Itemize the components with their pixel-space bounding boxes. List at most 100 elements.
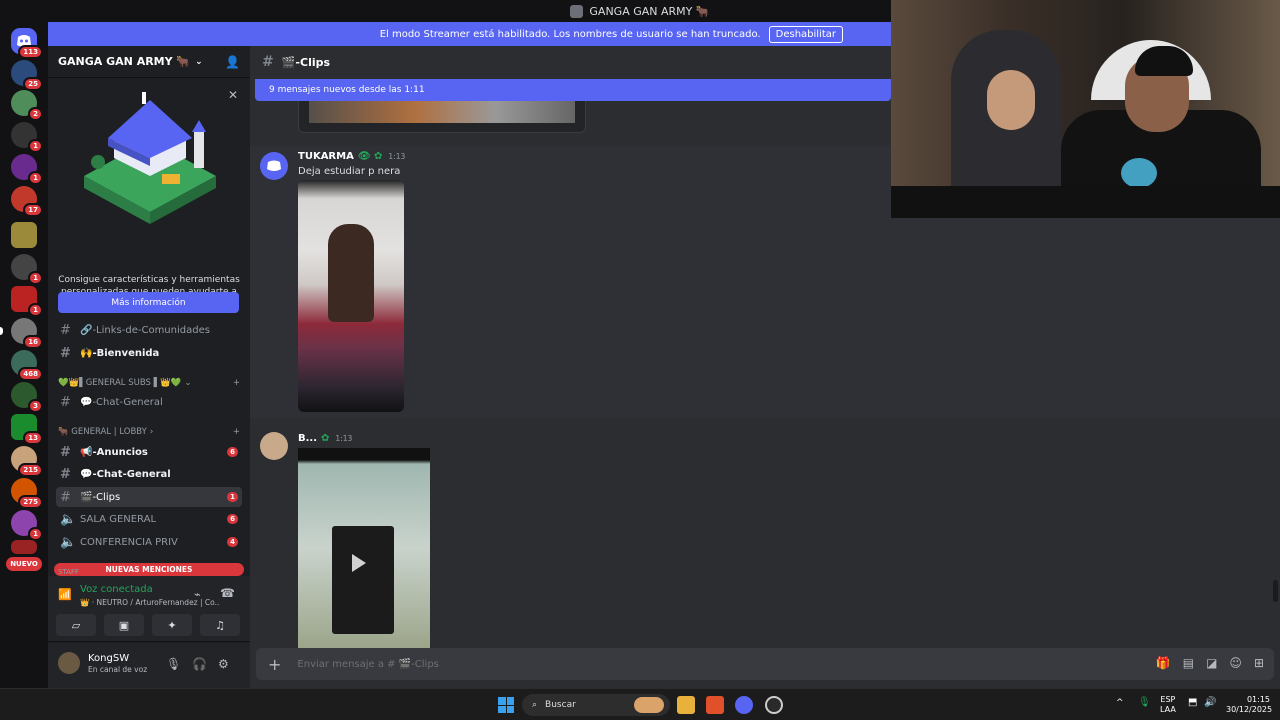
server-icon-item[interactable]: 3 bbox=[11, 382, 43, 413]
message-composer[interactable]: + Enviar mensaje a # 🎬-Clips 🎁 ▤ ◪ ☺ ⊞ bbox=[256, 648, 1274, 680]
speaker-icon: 🔈 bbox=[60, 534, 77, 550]
embed-thumbnail[interactable] bbox=[309, 101, 575, 123]
server-icon-item[interactable] bbox=[11, 540, 37, 554]
server-icon-item[interactable]: 275 bbox=[11, 478, 43, 509]
language-indicator[interactable]: ESP LAA bbox=[1160, 695, 1176, 715]
channel-bienvenida[interactable]: # 🙌-Bienvenida bbox=[56, 343, 242, 363]
server-icon-item[interactable]: 1 bbox=[11, 254, 43, 285]
add-channel-icon[interactable]: + bbox=[233, 427, 240, 437]
new-unreads-pill[interactable]: NUEVO bbox=[6, 557, 42, 571]
disconnect-icon[interactable]: ☎ bbox=[220, 586, 235, 600]
steam-icon[interactable] bbox=[765, 696, 783, 714]
soundboard-icon: ♫ bbox=[215, 618, 225, 632]
taskbar-search[interactable]: ⌕ Buscar bbox=[522, 694, 670, 716]
category-general-subs[interactable]: 💚👑▌GENERAL SUBS ▌👑💚 ⌄ + bbox=[58, 378, 240, 388]
composer-placeholder[interactable]: Enviar mensaje a # 🎬-Clips bbox=[297, 659, 438, 670]
apps-icon[interactable]: ⊞ bbox=[1254, 656, 1264, 670]
channel-label: CONFERENCIA PRIV bbox=[80, 536, 178, 548]
discord-taskbar-icon[interactable] bbox=[735, 696, 753, 714]
video-attachment[interactable] bbox=[298, 448, 430, 648]
headphones-icon[interactable]: 🎧 bbox=[192, 657, 207, 671]
server-icon-item[interactable]: 17 bbox=[11, 186, 43, 217]
server-list: 113 25 2 1 1 17 1 1 16 468 3 13 215 275 … bbox=[0, 22, 48, 688]
voice-channel-sala[interactable]: 🔈 SALA GENERAL 6 bbox=[56, 509, 242, 529]
channel-links[interactable]: # 🔗-Links-de-Comunidades bbox=[56, 320, 242, 340]
channel-clips[interactable]: # 🎬-Clips 1 bbox=[56, 487, 242, 507]
avatar[interactable] bbox=[58, 652, 80, 674]
start-icon[interactable] bbox=[498, 697, 514, 713]
activities-button[interactable]: ✦ bbox=[152, 614, 192, 636]
server-icon-item[interactable]: 16 bbox=[0, 318, 43, 349]
scrollbar-thumb[interactable] bbox=[1273, 580, 1278, 602]
server-icon-item[interactable]: 215 bbox=[11, 446, 43, 477]
message-item: B... ✿ 1:13 bbox=[250, 428, 1280, 648]
camera-off-button[interactable]: ▱ bbox=[56, 614, 96, 636]
more-info-button[interactable]: Más información bbox=[58, 292, 239, 313]
user-panel: KongSW En canal de voz 🎙 🎧 ⚙ bbox=[48, 643, 250, 688]
microphone-tray-icon[interactable]: 🎙 bbox=[1138, 697, 1151, 708]
screen-share-button[interactable]: ▣ bbox=[104, 614, 144, 636]
channel-label: 💬-Chat-General bbox=[80, 396, 163, 408]
gear-icon[interactable]: ⚙ bbox=[218, 657, 229, 671]
avatar[interactable] bbox=[260, 152, 288, 180]
hash-icon: # bbox=[60, 394, 71, 410]
server-badge: 17 bbox=[23, 203, 43, 217]
user-count-badge: 4 bbox=[227, 537, 238, 547]
plus-icon[interactable]: + bbox=[268, 655, 281, 674]
volume-icon[interactable]: 🔊 bbox=[1204, 697, 1216, 708]
disable-streamer-button[interactable]: Deshabilitar bbox=[768, 25, 843, 43]
noise-suppression-icon[interactable]: ⌁ bbox=[194, 588, 201, 601]
server-icon-item[interactable]: 2 bbox=[11, 90, 43, 121]
server-icon-item[interactable]: 1 bbox=[11, 510, 43, 541]
invite-people-icon[interactable]: 👤 bbox=[225, 55, 240, 69]
close-icon[interactable]: ✕ bbox=[228, 88, 238, 102]
gift-icon[interactable]: 🎁 bbox=[1156, 656, 1171, 670]
play-icon[interactable] bbox=[352, 554, 366, 572]
gif-icon[interactable]: ▤ bbox=[1183, 656, 1194, 670]
video-attachment[interactable] bbox=[298, 180, 404, 412]
sticker-icon[interactable]: ◪ bbox=[1206, 656, 1217, 670]
channel-anuncios[interactable]: # 📢-Anuncios 6 bbox=[56, 442, 242, 462]
shirt-graphic bbox=[1121, 158, 1157, 188]
speaker-icon: 🔈 bbox=[60, 511, 77, 527]
soundboard-button[interactable]: ♫ bbox=[200, 614, 240, 636]
server-icon-item[interactable]: 1 bbox=[11, 122, 43, 153]
message-author[interactable]: B... ✿ 1:13 bbox=[298, 433, 352, 444]
guild-header[interactable]: GANGA GAN ARMY 🐂 ⌄ 👤 bbox=[48, 46, 250, 78]
message-author[interactable]: TUKARMA 👁 ✿ 1:13 bbox=[298, 151, 405, 162]
server-icon-item[interactable]: 25 bbox=[11, 60, 43, 91]
emoji-icon[interactable]: ☺ bbox=[1229, 656, 1242, 670]
chevron-up-icon[interactable]: ^ bbox=[1116, 698, 1124, 708]
server-badge: 275 bbox=[18, 495, 43, 509]
server-icon-item[interactable]: 468 bbox=[11, 350, 43, 381]
voice-status[interactable]: Voz conectada bbox=[80, 584, 153, 595]
new-messages-bar[interactable]: 9 mensajes nuevos desde las 1:11 bbox=[255, 79, 891, 101]
role-badge: ✿ bbox=[321, 433, 330, 444]
chevron-down-icon: ⌄ bbox=[195, 56, 203, 67]
avatar[interactable] bbox=[260, 432, 288, 460]
server-icon-item[interactable]: 1 bbox=[11, 154, 43, 185]
clock-date: 30/12/2025 bbox=[1226, 705, 1273, 714]
channel-chat-subs[interactable]: # 💬-Chat-General bbox=[56, 392, 242, 412]
keyboard-layout: LAA bbox=[1160, 705, 1176, 714]
microphone-icon[interactable]: 🎙 bbox=[166, 657, 181, 671]
server-icon-item[interactable] bbox=[11, 222, 37, 248]
server-badge: 25 bbox=[23, 77, 43, 91]
file-explorer-icon[interactable] bbox=[677, 696, 695, 714]
category-general-lobby[interactable]: 🐂 GENERAL | LOBBY › + bbox=[58, 427, 240, 437]
server-icon-item[interactable]: 13 bbox=[11, 414, 43, 445]
video-inset bbox=[332, 526, 394, 634]
username[interactable]: KongSW bbox=[88, 653, 129, 664]
network-icon[interactable]: ⬒ bbox=[1188, 697, 1197, 708]
category-staff[interactable]: STAFF bbox=[58, 568, 240, 576]
channel-chat-general[interactable]: # 💬-Chat-General bbox=[56, 464, 242, 484]
discord-icon bbox=[267, 160, 281, 171]
server-icon-item[interactable]: 1 bbox=[11, 286, 43, 317]
add-channel-icon[interactable]: + bbox=[233, 378, 240, 388]
window-title: GANGA GAN ARMY 🐂 bbox=[589, 4, 710, 18]
clock[interactable]: 01:15 30/12/2025 bbox=[1226, 695, 1273, 715]
channel-label: 🔗-Links-de-Comunidades bbox=[80, 324, 210, 336]
voice-channel-conferencia[interactable]: 🔈 CONFERENCIA PRIV 4 bbox=[56, 532, 242, 552]
brave-browser-icon[interactable] bbox=[706, 696, 724, 714]
direct-messages-button[interactable]: 113 bbox=[11, 28, 43, 59]
